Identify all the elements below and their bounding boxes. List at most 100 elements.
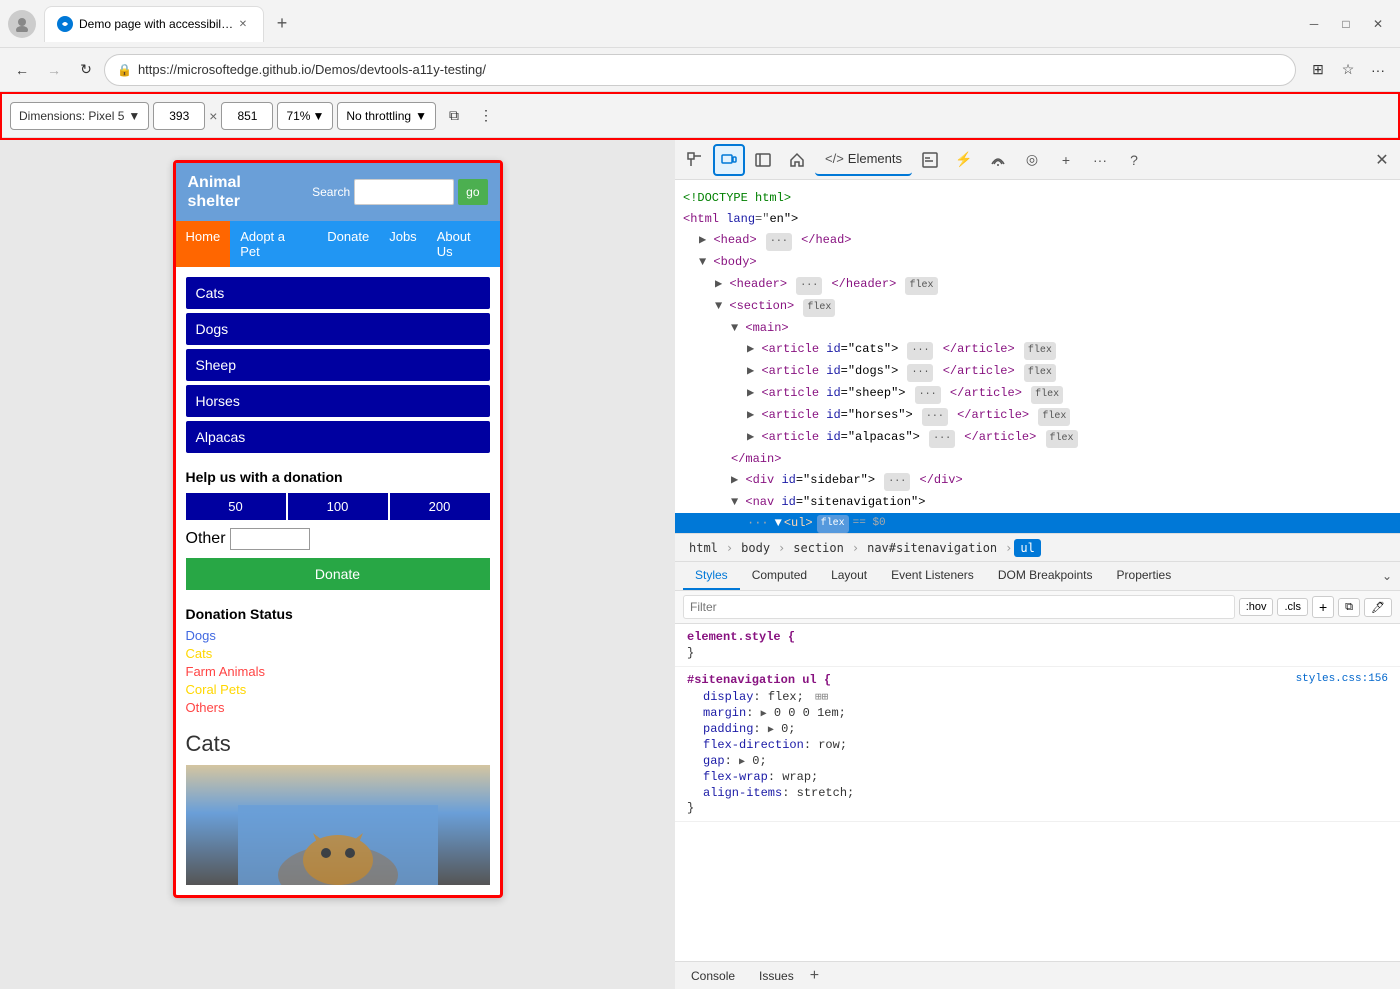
- dom-main[interactable]: ▼ <main>: [675, 318, 1400, 339]
- go-button[interactable]: go: [458, 179, 487, 205]
- dom-html[interactable]: <html lang="en">: [675, 209, 1400, 230]
- nav-about[interactable]: About Us: [427, 221, 500, 267]
- browser-menu-button[interactable]: ···: [1364, 56, 1392, 84]
- computed-tab[interactable]: Computed: [740, 562, 819, 590]
- properties-tab[interactable]: Properties: [1105, 562, 1184, 590]
- performance-tab-icon[interactable]: ◎: [1016, 144, 1048, 176]
- tab-close-button[interactable]: ✕: [235, 16, 251, 32]
- amount-50[interactable]: 50: [186, 493, 286, 520]
- cat-image: [186, 765, 490, 885]
- forward-button[interactable]: →: [40, 56, 68, 84]
- devtools-close-button[interactable]: ✕: [1368, 146, 1396, 174]
- maximize-button[interactable]: □: [1332, 10, 1360, 38]
- element-style-rule: element.style { }: [675, 624, 1400, 667]
- dom-doctype[interactable]: <!DOCTYPE html>: [675, 188, 1400, 209]
- devtools-panel: </> Elements ⚡ ◎ + ··· ? ✕ <!DOCTYPE htm…: [675, 140, 1400, 989]
- console-tab-icon[interactable]: [914, 144, 946, 176]
- filter-input[interactable]: [683, 595, 1235, 619]
- dom-article-horses[interactable]: ▶ <article id="horses"> ··· </article> f…: [675, 405, 1400, 427]
- more-options-button[interactable]: ⋮: [472, 102, 500, 130]
- home-button[interactable]: [781, 144, 813, 176]
- nav-jobs[interactable]: Jobs: [379, 221, 426, 267]
- animal-dogs[interactable]: Dogs: [186, 313, 490, 345]
- throttle-selector[interactable]: No throttling ▼: [337, 102, 436, 130]
- bc-body[interactable]: body: [735, 539, 776, 557]
- profile-avatar[interactable]: [8, 10, 36, 38]
- devtools-help-button[interactable]: ?: [1118, 144, 1150, 176]
- styles-source-link[interactable]: styles.css:156: [1296, 673, 1388, 689]
- dom-article-sheep[interactable]: ▶ <article id="sheep"> ··· </article> fl…: [675, 383, 1400, 405]
- hov-button[interactable]: :hov: [1239, 598, 1274, 616]
- cls-button[interactable]: .cls: [1277, 598, 1308, 616]
- device-frame: Animal shelter Search go Home Adopt a Pe…: [173, 160, 503, 898]
- device-selector[interactable]: Dimensions: Pixel 5 ▼: [10, 102, 149, 130]
- dom-body[interactable]: ▼ <body>: [675, 252, 1400, 273]
- donate-button[interactable]: Donate: [186, 558, 490, 590]
- dom-section[interactable]: ▼ <section> flex: [675, 296, 1400, 318]
- height-input[interactable]: [221, 102, 273, 130]
- search-input[interactable]: [354, 179, 454, 205]
- layout-tab[interactable]: Layout: [819, 562, 879, 590]
- sidebar-toggle-button[interactable]: [747, 144, 779, 176]
- overflow-icon[interactable]: ⌄: [1382, 569, 1392, 583]
- dom-main-close[interactable]: </main>: [675, 449, 1400, 470]
- bc-section[interactable]: section: [787, 539, 850, 557]
- bc-ul[interactable]: ul: [1014, 539, 1040, 557]
- styles-panel-content: element.style { } #sitenavigation ul { s…: [675, 624, 1400, 961]
- elements-tab-label: Elements: [848, 151, 902, 166]
- amount-200[interactable]: 200: [390, 493, 490, 520]
- nav-adopt[interactable]: Adopt a Pet: [230, 221, 317, 267]
- dom-article-cats[interactable]: ▶ <article id="cats"> ··· </article> fle…: [675, 339, 1400, 361]
- minimize-button[interactable]: ─: [1300, 10, 1328, 38]
- network-tab-icon[interactable]: [982, 144, 1014, 176]
- dom-sidebar[interactable]: ▶ <div id="sidebar"> ··· </div>: [675, 470, 1400, 492]
- dom-tree[interactable]: <!DOCTYPE html> <html lang="en"> ▶ <head…: [675, 180, 1400, 534]
- dom-article-alpacas[interactable]: ▶ <article id="alpacas"> ··· </article> …: [675, 427, 1400, 449]
- dimension-separator: ×: [209, 108, 217, 124]
- dom-nav[interactable]: ▼ <nav id="sitenavigation">: [675, 492, 1400, 513]
- extensions-button[interactable]: ⊞: [1304, 56, 1332, 84]
- console-bottom-tab[interactable]: Console: [683, 965, 743, 987]
- nav-donate[interactable]: Donate: [317, 221, 379, 267]
- animal-alpacas[interactable]: Alpacas: [186, 421, 490, 453]
- favorites-button[interactable]: ☆: [1334, 56, 1362, 84]
- screenshot-button[interactable]: ⧉: [440, 102, 468, 130]
- add-panel-button[interactable]: +: [810, 967, 819, 985]
- url-text: https://microsoftedge.github.io/Demos/de…: [138, 62, 1283, 77]
- dom-header[interactable]: ▶ <header> ··· </header> flex: [675, 274, 1400, 296]
- close-window-button[interactable]: ✕: [1364, 10, 1392, 38]
- device-emulation-button[interactable]: [713, 144, 745, 176]
- animal-horses[interactable]: Horses: [186, 385, 490, 417]
- inspect-element-button[interactable]: [679, 144, 711, 176]
- more-tabs-button[interactable]: +: [1050, 144, 1082, 176]
- nav-home[interactable]: Home: [176, 221, 231, 267]
- dom-article-dogs[interactable]: ▶ <article id="dogs"> ··· </article> fle…: [675, 361, 1400, 383]
- dom-breakpoints-tab[interactable]: DOM Breakpoints: [986, 562, 1105, 590]
- sources-tab-icon[interactable]: ⚡: [948, 144, 980, 176]
- bc-html[interactable]: html: [683, 539, 724, 557]
- event-listeners-tab[interactable]: Event Listeners: [879, 562, 986, 590]
- address-bar[interactable]: 🔒 https://microsoftedge.github.io/Demos/…: [104, 54, 1296, 86]
- other-input[interactable]: [230, 528, 310, 550]
- back-button[interactable]: ←: [8, 56, 36, 84]
- css-padding: padding: ▶ 0;: [687, 721, 1388, 737]
- zoom-selector[interactable]: 71% ▼: [277, 102, 333, 130]
- styles-tab[interactable]: Styles: [683, 562, 740, 590]
- bc-nav[interactable]: nav#sitenavigation: [861, 539, 1003, 557]
- add-style-button[interactable]: +: [1312, 596, 1334, 618]
- devtools-more-button[interactable]: ···: [1084, 144, 1116, 176]
- elements-tab[interactable]: </> Elements: [815, 144, 912, 176]
- animal-cats[interactable]: Cats: [186, 277, 490, 309]
- active-tab[interactable]: Demo page with accessibility issu... ✕: [44, 6, 264, 42]
- issues-bottom-tab[interactable]: Issues: [751, 965, 802, 987]
- animal-sheep[interactable]: Sheep: [186, 349, 490, 381]
- dom-head[interactable]: ▶ <head> ··· </head>: [675, 230, 1400, 252]
- dom-ul-selected[interactable]: ··· ▼ <ul> flex == $0: [675, 513, 1400, 534]
- new-style-button[interactable]: 🖊: [1364, 598, 1392, 617]
- new-tab-button[interactable]: +: [268, 10, 296, 38]
- reload-button[interactable]: ↻: [72, 56, 100, 84]
- amount-100[interactable]: 100: [288, 493, 388, 520]
- legend-cats: Cats: [186, 646, 490, 661]
- width-input[interactable]: [153, 102, 205, 130]
- copy-style-button[interactable]: ⧉: [1338, 598, 1360, 617]
